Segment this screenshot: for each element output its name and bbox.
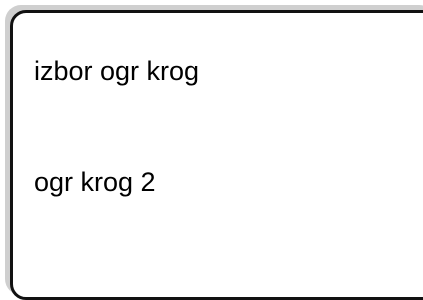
- menu-item-izbor-ogr-krog[interactable]: izbor ogr krog: [34, 58, 199, 85]
- menu-panel: [10, 10, 423, 300]
- menu-item-ogr-krog-2[interactable]: ogr krog 2: [34, 169, 156, 196]
